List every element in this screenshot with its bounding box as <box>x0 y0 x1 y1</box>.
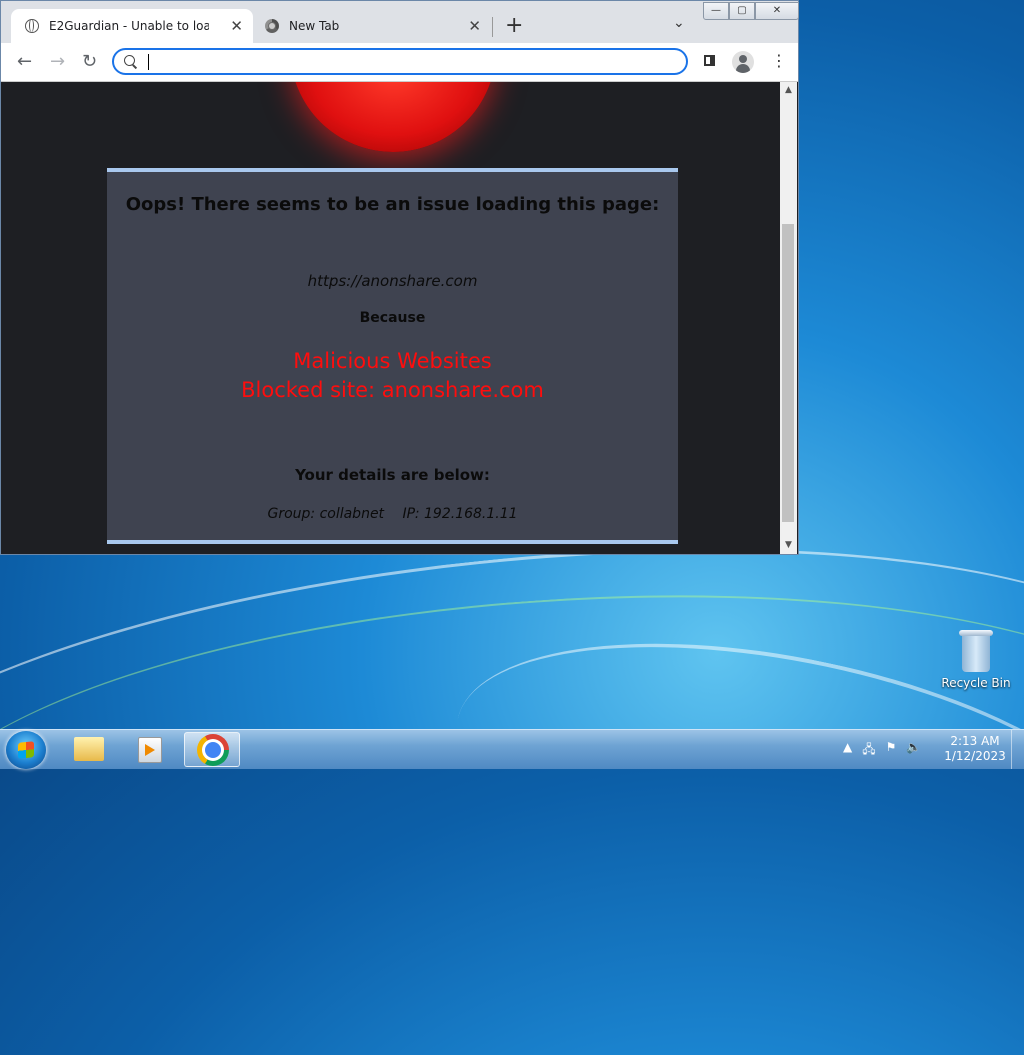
profile-icon[interactable] <box>732 51 754 73</box>
page-viewport: Oops! There seems to be an issue loading… <box>4 82 780 554</box>
close-tab-icon[interactable]: ✕ <box>230 17 243 35</box>
tab-new-tab[interactable]: New Tab ✕ <box>257 9 491 43</box>
window-controls: — ▢ ✕ <box>703 2 799 20</box>
forward-button[interactable]: → <box>50 51 65 72</box>
clock-date: 1/12/2023 <box>944 749 1006 763</box>
browser-toolbar: ← → ↻ ⋮ <box>1 43 798 82</box>
tab-title: New Tab <box>289 19 340 33</box>
block-message-card: Oops! There seems to be an issue loading… <box>107 168 678 544</box>
recycle-bin-label: Recycle Bin <box>941 676 1011 690</box>
address-bar[interactable] <box>112 48 688 75</box>
start-button[interactable] <box>6 731 46 769</box>
chrome-icon <box>197 734 229 766</box>
blocked-site-text: Blocked site: anonshare.com <box>241 378 544 402</box>
ip-text: IP: 192.168.1.11 <box>402 506 518 522</box>
reload-button[interactable]: ↻ <box>82 51 97 72</box>
browser-window: E2Guardian - Unable to load web ✕ New Ta… <box>0 0 799 555</box>
close-tab-icon[interactable]: ✕ <box>468 17 481 35</box>
because-label: Because <box>359 310 426 326</box>
tab-divider <box>492 17 493 37</box>
block-reason: Malicious Websites Blocked site: anonsha… <box>107 347 678 405</box>
clock[interactable]: 2:13 AM 1/12/2023 <box>940 734 1010 764</box>
address-input[interactable] <box>146 52 670 74</box>
show-hidden-icons-button[interactable]: ▲ <box>843 740 852 761</box>
clock-time: 2:13 AM <box>950 734 1000 748</box>
details-heading: Your details are below: <box>295 466 490 484</box>
user-details: Group: collabnet IP: 192.168.1.11 <box>107 506 678 522</box>
vertical-scrollbar[interactable]: ▲ ▼ <box>780 82 797 554</box>
blocked-url: https://anonshare.com <box>307 272 478 290</box>
file-explorer-button[interactable] <box>60 732 116 767</box>
e2guardian-logo <box>290 82 496 152</box>
tab-strip: E2Guardian - Unable to load web ✕ New Ta… <box>1 1 799 43</box>
block-category: Malicious Websites <box>293 349 492 373</box>
group-text: Group: collabnet <box>267 506 385 522</box>
recycle-bin-icon <box>959 630 993 672</box>
search-icon <box>124 55 135 66</box>
globe-icon <box>25 19 39 33</box>
tab-title: E2Guardian - Unable to load web <box>49 19 209 33</box>
taskbar: ▲ 🖧 ⚑ 🔈 2:13 AM 1/12/2023 <box>0 729 1024 769</box>
back-button[interactable]: ← <box>17 51 32 72</box>
scroll-up-icon[interactable]: ▲ <box>780 82 797 99</box>
folder-icon <box>74 737 104 761</box>
show-desktop-button[interactable] <box>1011 730 1024 769</box>
new-tab-button[interactable]: + <box>505 13 523 38</box>
scroll-down-icon[interactable]: ▼ <box>780 537 797 554</box>
volume-icon[interactable]: 🔈 <box>906 740 921 761</box>
minimize-button[interactable]: — <box>703 2 729 20</box>
tab-search-button[interactable]: ⌄ <box>673 15 685 31</box>
browser-menu-button[interactable]: ⋮ <box>771 51 787 70</box>
side-panel-icon[interactable] <box>704 55 715 66</box>
close-window-button[interactable]: ✕ <box>755 2 799 20</box>
system-tray: ▲ 🖧 ⚑ 🔈 <box>843 740 921 761</box>
maximize-button[interactable]: ▢ <box>729 2 755 20</box>
scrollbar-thumb[interactable] <box>782 224 794 522</box>
page-title: Oops! There seems to be an issue loading… <box>125 194 660 215</box>
tab-e2guardian[interactable]: E2Guardian - Unable to load web ✕ <box>11 9 253 43</box>
action-center-icon[interactable]: ⚑ <box>886 740 897 761</box>
text-caret <box>148 54 149 70</box>
recycle-bin[interactable]: Recycle Bin <box>940 630 1012 690</box>
network-icon[interactable]: 🖧 <box>862 740 875 761</box>
media-player-icon <box>138 737 162 763</box>
chrome-icon <box>265 19 279 33</box>
chrome-taskbar-button[interactable] <box>184 732 240 767</box>
media-player-button[interactable] <box>120 732 176 767</box>
